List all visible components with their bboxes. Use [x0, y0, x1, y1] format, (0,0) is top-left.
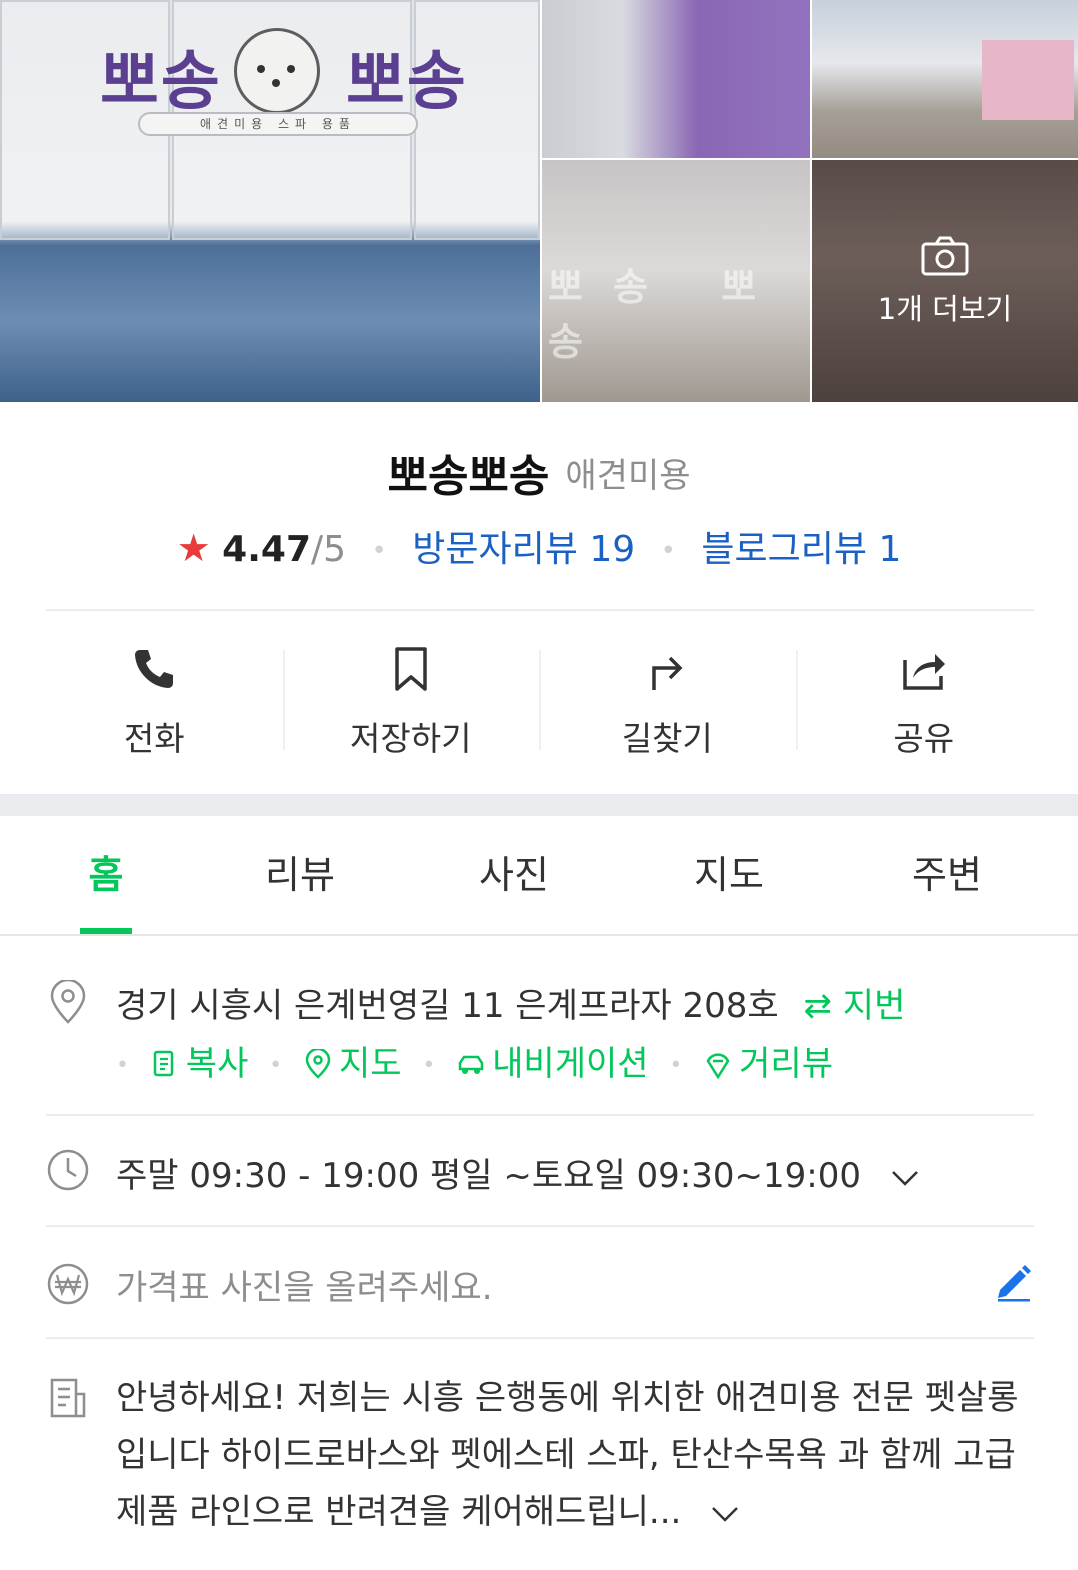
visitor-reviews-link[interactable]: 방문자리뷰 19 — [412, 529, 635, 570]
copy-label: 복사 — [185, 1044, 249, 1084]
description-text: 안녕하세요! 저희는 시흥 은행동에 위치한 애견미용 전문 펫살롱입니다 하이… — [116, 1378, 1019, 1532]
rating-row: ★ 4.47/5 • 방문자리뷰 19 • 블로그리뷰 1 — [0, 520, 1078, 572]
photo-main[interactable]: 뽀송 뽀송 애견미용 스파 용품 — [0, 0, 540, 402]
address-actions: • 복사 • 지도 • 내비게이션 • 거리뷰 — [116, 1036, 833, 1085]
chevron-down-icon[interactable] — [890, 1168, 920, 1188]
share-icon — [903, 654, 945, 690]
sign-subtitle: 애견미용 스파 용품 — [138, 112, 418, 136]
tab-home[interactable]: 홈 — [89, 844, 124, 899]
description[interactable]: 안녕하세요! 저희는 시흥 은행동에 위치한 애견미용 전문 펫살롱입니다 하이… — [116, 1370, 1046, 1541]
rating-max: /5 — [311, 529, 347, 570]
address-row: 경기 시흥시 은계번영길 11 은계프라자 208호 ⇄ 지번 — [116, 978, 905, 1027]
copy-icon — [153, 1050, 174, 1077]
camera-icon — [921, 236, 969, 276]
sign-left-word: 뽀송 — [100, 45, 222, 119]
divider — [46, 1114, 1034, 1116]
tab-map[interactable]: 지도 — [694, 844, 764, 899]
tab-photos[interactable]: 사진 — [479, 844, 549, 899]
star-icon: ★ — [176, 526, 211, 570]
window-lettering: 뽀송 뽀송 — [548, 265, 787, 364]
more-photos-label: 1개 더보기 — [877, 292, 1013, 326]
separator-dot: • — [660, 536, 676, 566]
copy-address-link[interactable]: 복사 — [150, 1044, 259, 1084]
navigation-label: 내비게이션 — [492, 1044, 649, 1084]
hours-row[interactable]: 주말 09:30 - 19:00 평일 ~토요일 09:30~19:00 — [116, 1148, 920, 1197]
dog-logo-icon — [234, 28, 320, 114]
place-title-row: 뽀송뽀송 애견미용 — [0, 440, 1078, 504]
clock-icon — [47, 1149, 89, 1191]
street-view-icon — [706, 1053, 730, 1080]
share-label: 공유 — [893, 719, 955, 758]
chevron-down-icon[interactable] — [710, 1504, 740, 1524]
photo-interior-2[interactable] — [812, 0, 1078, 158]
photo-more[interactable]: 1개 더보기 — [812, 160, 1078, 402]
call-label: 전화 — [123, 719, 185, 758]
pink-bench — [982, 40, 1074, 120]
navigation-link[interactable]: 내비게이션 — [456, 1044, 659, 1084]
photo-gallery: 뽀송 뽀송 애견미용 스파 용품 뽀송 뽀송 1개 더보기 — [0, 0, 1078, 402]
call-button[interactable]: 전화 — [26, 630, 283, 770]
phone-icon — [135, 650, 174, 688]
edit-pencil-icon[interactable] — [994, 1262, 1034, 1302]
divider — [46, 609, 1034, 611]
separator-dot: • — [269, 1053, 283, 1078]
won-currency-icon — [47, 1263, 89, 1305]
directions-label: 길찾기 — [621, 719, 713, 758]
tab-bar: 홈 리뷰 사진 지도 주변 — [0, 816, 1078, 936]
map-label: 지도 — [338, 1044, 402, 1084]
lot-number-toggle[interactable]: ⇄ 지번 — [804, 986, 906, 1026]
action-bar: 전화 저장하기 길찾기 공유 — [26, 630, 1052, 770]
section-separator — [0, 794, 1078, 816]
divider — [46, 1337, 1034, 1339]
share-button[interactable]: 공유 — [795, 630, 1053, 770]
map-pin-icon — [305, 1047, 331, 1079]
divider — [46, 1225, 1034, 1227]
place-name: 뽀송뽀송 — [387, 451, 550, 502]
bookmark-icon — [395, 647, 427, 691]
street-view-link[interactable]: 거리뷰 — [703, 1044, 833, 1084]
separator-dot: • — [669, 1053, 683, 1078]
directions-icon — [652, 656, 683, 690]
car-icon — [458, 1055, 484, 1074]
rating-value: 4.47 — [222, 529, 311, 570]
separator-dot: • — [371, 536, 387, 566]
tab-reviews[interactable]: 리뷰 — [265, 844, 335, 899]
tab-nearby[interactable]: 주변 — [912, 844, 982, 899]
separator-dot: • — [116, 1053, 129, 1078]
price-placeholder[interactable]: 가격표 사진을 올려주세요. — [116, 1260, 493, 1309]
save-label: 저장하기 — [350, 719, 472, 758]
document-icon — [50, 1378, 86, 1418]
photo-interior-1[interactable] — [542, 0, 810, 158]
street-view-label: 거리뷰 — [739, 1044, 833, 1084]
place-category: 애견미용 — [565, 455, 691, 496]
address-text: 경기 시흥시 은계번영길 11 은계프라자 208호 — [116, 986, 779, 1026]
map-link[interactable]: 지도 — [303, 1044, 412, 1084]
hours-text: 주말 09:30 - 19:00 평일 ~토요일 09:30~19:00 — [116, 1156, 861, 1196]
directions-button[interactable]: 길찾기 — [539, 630, 796, 770]
more-photos[interactable]: 1개 더보기 — [812, 236, 1078, 328]
location-pin-icon — [50, 980, 86, 1024]
separator-dot: • — [422, 1053, 436, 1078]
photo-interior-3[interactable]: 뽀송 뽀송 — [542, 160, 810, 402]
active-tab-indicator — [80, 928, 132, 934]
save-button[interactable]: 저장하기 — [282, 630, 540, 770]
sign-right-word: 뽀송 — [346, 45, 468, 119]
blog-reviews-link[interactable]: 블로그리뷰 1 — [701, 529, 901, 570]
